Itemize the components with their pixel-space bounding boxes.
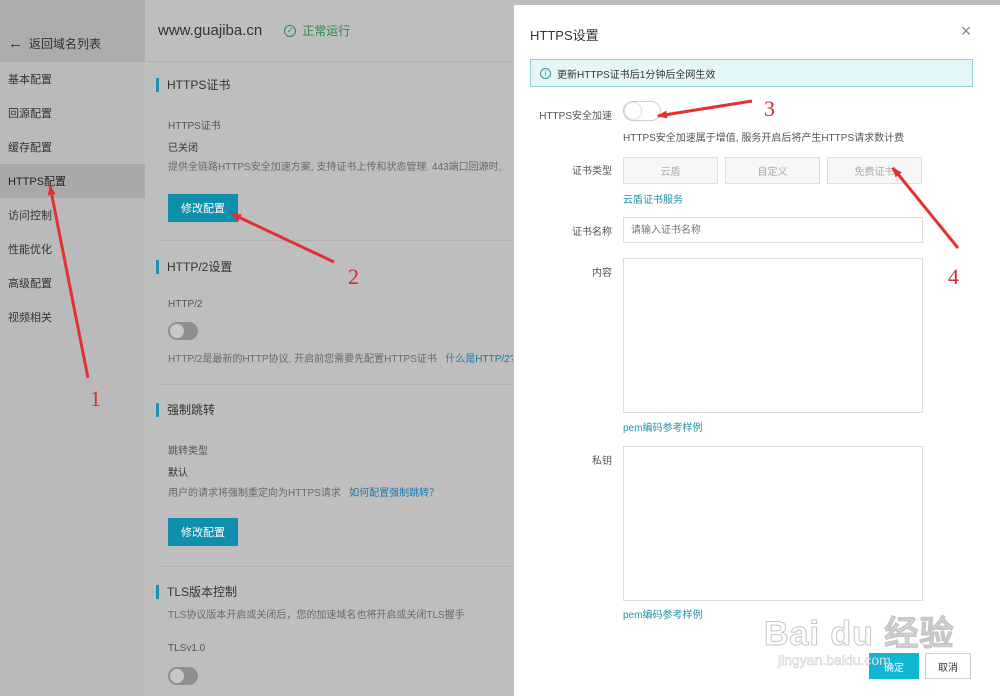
cert-name-label: 证书名称 [572, 227, 612, 238]
back-label: 返回域名列表 [29, 36, 102, 51]
private-key-textarea[interactable] [623, 446, 923, 601]
cert-type-cloudshield[interactable]: 云盾 [623, 157, 718, 184]
private-key-label: 私钥 [592, 456, 612, 467]
sidebar-item-label: HTTPS配置 [8, 176, 67, 188]
sidebar-item-label: 视频相关 [8, 312, 52, 324]
annotation-number-2: 2 [348, 264, 359, 289]
cloudshield-cert-service-link[interactable]: 云盾证书服务 [623, 191, 683, 206]
cert-name-input[interactable] [623, 217, 923, 243]
watermark-sub: jingyan.baidu.com [778, 652, 891, 669]
field-value: 已关闭 [168, 143, 198, 154]
sidebar-item-label: 高级配置 [8, 278, 52, 290]
sidebar-item-cache[interactable]: 缓存配置 [0, 130, 145, 164]
annotation-number-1: 1 [90, 386, 101, 411]
what-is-http2-link[interactable]: 什么是HTTP/2? [445, 354, 513, 365]
sidebar-item-video[interactable]: 视频相关 [0, 300, 145, 334]
status-badge: ✓ 正常运行 [284, 22, 350, 39]
cert-type-custom[interactable]: 自定义 [725, 157, 820, 184]
sidebar: ← 返回域名列表 基本配置 回源配置 缓存配置 HTTPS配置 访问控制 性能优… [0, 0, 145, 696]
field-label: HTTP/2 [168, 299, 203, 310]
info-icon: i [540, 67, 551, 79]
http2-toggle[interactable] [168, 322, 198, 340]
baidu-watermark: Bai du 经验 jingyan.baidu.com [763, 606, 994, 680]
content-textarea[interactable] [623, 258, 923, 413]
pem-sample-link[interactable]: pem编码参考样例 [623, 606, 702, 621]
annotation-number-4: 4 [948, 264, 959, 289]
sidebar-item-basic[interactable]: 基本配置 [0, 62, 145, 96]
how-to-redirect-link[interactable]: 如何配置强制跳转？ [349, 488, 439, 499]
description-text: HTTP/2是最新的HTTP协议, 开启前您需要先配置HTTPS证书 [168, 354, 437, 365]
check-circle-icon: ✓ [284, 24, 297, 37]
domain-name: www.guajiba.cn [158, 22, 263, 39]
watermark-main: Bai du 经验 [763, 615, 955, 654]
redirect-modify-config-button[interactable]: 修改配置 [168, 518, 238, 546]
https-modify-config-button[interactable]: 修改配置 [168, 194, 238, 222]
field-label: 跳转类型 [168, 446, 208, 457]
status-text: 正常运行 [302, 24, 351, 38]
cert-type-label: 证书类型 [572, 166, 612, 177]
tls10-toggle[interactable] [168, 667, 198, 685]
sidebar-item-performance[interactable]: 性能优化 [0, 232, 145, 266]
sidebar-item-label: 性能优化 [8, 244, 52, 256]
field-description: TLS协议版本开启或关闭后，您的加速域名也将开启或关闭TLS握手 [168, 610, 465, 621]
cert-type-free[interactable]: 免费证书 [827, 157, 922, 184]
sidebar-item-label: 回源配置 [8, 108, 52, 120]
sidebar-item-origin[interactable]: 回源配置 [0, 96, 145, 130]
sidebar-item-label: 缓存配置 [8, 142, 52, 154]
field-description: 用户的请求将强制重定向为HTTPS请求 如何配置强制跳转？ [158, 484, 439, 499]
notice-text: 更新HTTPS证书后1分钟后全网生效 [557, 69, 716, 81]
dialog-title: HTTPS设置 [530, 28, 599, 43]
field-description: HTTP/2是最新的HTTP协议, 开启前您需要先配置HTTPS证书 什么是HT… [158, 350, 513, 365]
arrow-left-icon: ← [8, 34, 23, 52]
annotation-number-3: 3 [764, 96, 775, 121]
secure-acceleration-toggle[interactable] [623, 101, 661, 121]
sidebar-item-label: 基本配置 [8, 74, 52, 86]
description-text: 用户的请求将强制重定向为HTTPS请求 [168, 488, 341, 499]
sidebar-item-label: 访问控制 [8, 210, 52, 222]
info-notice: i 更新HTTPS证书后1分钟后全网生效 [530, 59, 973, 87]
field-value: 默认 [168, 468, 188, 479]
pem-sample-link[interactable]: pem编码参考样例 [623, 419, 702, 434]
close-icon[interactable]: × [958, 22, 974, 40]
field-label: HTTPS证书 [168, 121, 221, 132]
field-description: 提供全链路HTTPS安全加速方案, 支持证书上传和状态管理. 443端口回源时, [168, 162, 502, 173]
secure-acceleration-label: HTTPS安全加速 [539, 111, 612, 122]
field-label: TLSv1.0 [168, 643, 206, 654]
sidebar-item-https[interactable]: HTTPS配置 [0, 164, 145, 198]
secure-acceleration-help: HTTPS安全加速属于增值, 服务开启后将产生HTTPS请求数计费 [623, 133, 905, 144]
content-label: 内容 [592, 268, 612, 279]
sidebar-item-advanced[interactable]: 高级配置 [0, 266, 145, 300]
https-settings-dialog: HTTPS设置 × i 更新HTTPS证书后1分钟后全网生效 HTTPS安全加速… [514, 5, 1000, 696]
back-to-domain-list[interactable]: ← 返回域名列表 [0, 0, 145, 62]
sidebar-item-access-control[interactable]: 访问控制 [0, 198, 145, 232]
